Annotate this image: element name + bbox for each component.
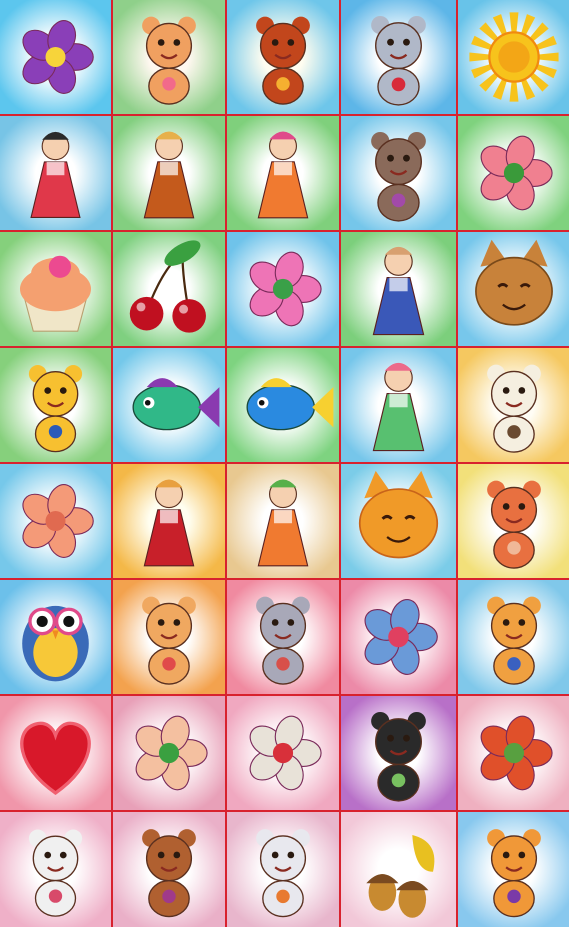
monkey-icon xyxy=(113,812,225,927)
panda-in-dress-icon xyxy=(341,696,456,810)
girl-in-red-sarafan-icon-drawing xyxy=(143,479,195,567)
owl-icon-drawing xyxy=(22,605,89,682)
dog-puppy-icon-drawing xyxy=(142,596,196,685)
gray-bunny-icon xyxy=(227,580,339,694)
squirrel-icon xyxy=(227,0,339,114)
kitten-with-heart-icon-drawing xyxy=(142,16,196,105)
gnome-with-lute-icon xyxy=(113,116,225,230)
red-flower-icon-drawing xyxy=(480,715,553,791)
bunny-in-frame-icon-drawing xyxy=(371,15,426,106)
red-flower-icon xyxy=(458,696,569,810)
duckling-in-cap-icon xyxy=(458,580,569,694)
pink-flower-icon xyxy=(227,232,339,346)
panda-with-heart-icon-drawing xyxy=(487,364,541,453)
green-fairy-icon xyxy=(341,348,456,462)
girl-in-blue-dress-icon-drawing xyxy=(372,246,425,336)
green-fairy-icon-drawing xyxy=(372,362,425,452)
blue-fish-icon-drawing xyxy=(246,378,334,431)
monkey-icon-drawing xyxy=(142,829,196,918)
hedgehog-icon-drawing xyxy=(28,365,83,453)
bear-cub-icon xyxy=(458,464,569,578)
smiling-cat-face-icon xyxy=(341,464,456,578)
green-fish-icon xyxy=(113,348,225,462)
mouse-with-bow-icon xyxy=(341,116,456,230)
cupcake-icon-drawing xyxy=(19,255,92,332)
goose-icon-drawing xyxy=(256,829,310,918)
kitten-with-heart-icon xyxy=(113,0,225,114)
heart-icon-drawing xyxy=(20,721,91,795)
hedgehog-icon xyxy=(0,348,111,462)
fairy-with-heart-icon xyxy=(227,116,339,230)
kitten-in-flowers-icon xyxy=(341,580,456,694)
gray-bunny-icon-drawing xyxy=(256,596,310,685)
cat-face-icon-drawing xyxy=(475,239,553,326)
girl-in-folk-dress-icon-drawing xyxy=(30,131,81,218)
pansy-flowers-icon xyxy=(0,0,111,114)
rose-icon-drawing xyxy=(480,135,553,211)
fairy-with-heart-icon-drawing xyxy=(257,131,309,219)
kitten-in-flowers-icon-drawing xyxy=(364,599,438,675)
gnome-with-lute-icon-drawing xyxy=(143,131,195,219)
peach-rose-icon xyxy=(0,464,111,578)
pink-flower-icon-drawing xyxy=(249,251,322,327)
cat-in-basket-icon xyxy=(0,812,111,927)
flower-fairy-icon-drawing xyxy=(257,479,309,567)
peach-rose-icon-drawing xyxy=(22,484,94,558)
heart-icon xyxy=(0,696,111,810)
bunny-with-roses-icon-drawing xyxy=(249,715,322,791)
blue-fish-icon xyxy=(227,348,339,462)
pansy-flowers-icon-drawing xyxy=(22,20,94,94)
bunny-in-frame-icon xyxy=(341,0,456,114)
green-fish-icon-drawing xyxy=(132,378,220,431)
squirrel-icon-drawing xyxy=(256,16,310,105)
sun-icon-drawing xyxy=(469,12,559,102)
cherries-icon-drawing xyxy=(129,240,206,333)
acorns-and-leaf-icon-drawing xyxy=(366,835,435,918)
flower-fairy-icon xyxy=(227,464,339,578)
mouse-with-bow-icon-drawing xyxy=(371,131,426,222)
girl-in-red-sarafan-icon xyxy=(113,464,225,578)
panda-in-dress-icon-drawing xyxy=(371,711,426,802)
cat-face-icon xyxy=(458,232,569,346)
girl-in-folk-dress-icon xyxy=(0,116,111,230)
sticker-sheet xyxy=(0,0,569,927)
rose-icon xyxy=(458,116,569,230)
girl-in-blue-dress-icon xyxy=(341,232,456,346)
bunny-with-roses-icon xyxy=(227,696,339,810)
bear-cub-icon-drawing xyxy=(487,480,541,569)
peony-flowers-icon-drawing xyxy=(135,715,208,791)
duckling-in-cap-icon-drawing xyxy=(487,596,541,685)
acorns-and-leaf-icon xyxy=(341,812,456,927)
tiger-cub-icon-drawing xyxy=(487,829,541,918)
dog-puppy-icon xyxy=(113,580,225,694)
cat-in-basket-icon-drawing xyxy=(28,829,83,917)
goose-icon xyxy=(227,812,339,927)
cupcake-icon xyxy=(0,232,111,346)
owl-icon xyxy=(0,580,111,694)
peony-flowers-icon xyxy=(113,696,225,810)
panda-with-heart-icon xyxy=(458,348,569,462)
tiger-cub-icon xyxy=(458,812,569,927)
cherries-icon xyxy=(113,232,225,346)
sun-icon xyxy=(458,0,569,114)
smiling-cat-face-icon-drawing xyxy=(358,470,439,559)
